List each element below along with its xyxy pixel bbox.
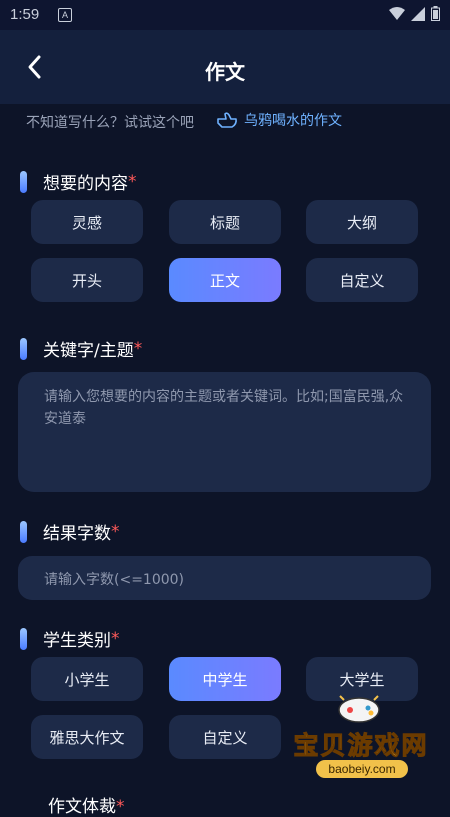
section-marker xyxy=(20,170,27,193)
content-option-chip[interactable]: 灵感 xyxy=(31,200,143,244)
pointing-hand-icon xyxy=(217,112,237,128)
page-title: 作文 xyxy=(205,60,245,84)
battery-icon xyxy=(431,6,440,21)
student-option-chip[interactable]: 小学生 xyxy=(31,657,143,701)
app-bar: 作文 xyxy=(0,30,450,104)
content-option-chip[interactable]: 自定义 xyxy=(306,258,418,302)
content-section-label: 想要的内容 * xyxy=(20,169,137,194)
status-icons xyxy=(389,6,440,21)
signal-icon xyxy=(411,6,425,21)
student-section-label: 学生类别 * xyxy=(20,626,120,651)
example-link[interactable]: 乌鸦喝水的作文 xyxy=(216,110,342,130)
gamepad-logo-icon xyxy=(338,695,380,723)
status-time: 1:59 xyxy=(10,6,40,23)
wordcount-placeholder: 请输入字数(<=1000) xyxy=(44,572,185,588)
watermark: 宝贝游戏网 baobeiy.com xyxy=(286,695,436,786)
content-option-chip[interactable]: 开头 xyxy=(31,258,143,302)
genre-section-label: 作文体裁* xyxy=(48,797,125,817)
student-option-chip[interactable]: 自定义 xyxy=(169,715,281,759)
wordcount-section-label: 结果字数 * xyxy=(20,519,120,544)
content-option-chip[interactable]: 标题 xyxy=(169,200,281,244)
example-link-label: 乌鸦喝水的作文 xyxy=(244,113,342,129)
hint-text: 不知道写什么？试试这个吧 xyxy=(26,115,194,131)
keywords-section-label: 关键字/主题 * xyxy=(20,336,142,361)
wifi-icon xyxy=(389,6,405,20)
watermark-url: baobeiy.com xyxy=(316,760,408,778)
keywords-placeholder: 请输入您想要的内容的主题或者关键词。比如;国富民强,众安道泰 xyxy=(44,389,404,427)
content-option-chip-selected[interactable]: 正文 xyxy=(169,258,281,302)
content-option-chip[interactable]: 大纲 xyxy=(306,200,418,244)
student-option-chip[interactable]: 雅思大作文 xyxy=(31,715,143,759)
wordcount-input[interactable]: 请输入字数(<=1000) xyxy=(18,556,431,600)
watermark-text: 宝贝游戏网 xyxy=(293,731,429,761)
status-bar: 1:59 A xyxy=(0,0,450,30)
keywords-textarea[interactable]: 请输入您想要的内容的主题或者关键词。比如;国富民强,众安道泰 xyxy=(18,372,431,492)
notification-icon: A xyxy=(58,8,72,22)
student-option-chip-selected[interactable]: 中学生 xyxy=(169,657,281,701)
section-marker xyxy=(20,520,27,543)
section-marker xyxy=(20,337,27,360)
section-marker xyxy=(20,627,27,650)
